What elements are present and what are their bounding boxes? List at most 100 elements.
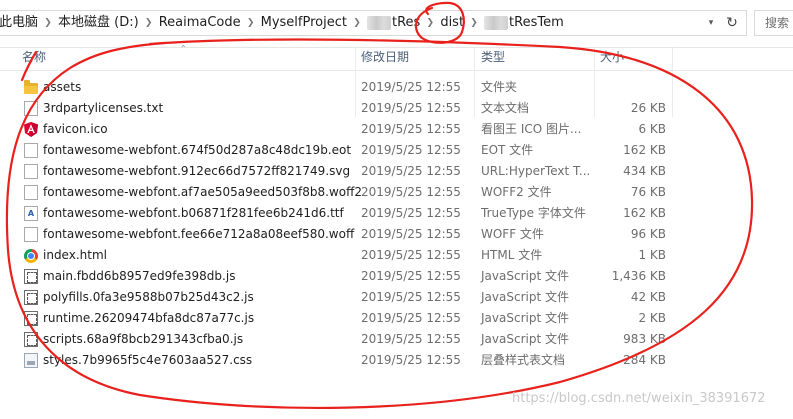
file-name: assets: [43, 80, 82, 94]
file-size: 96 KB: [630, 227, 666, 241]
file-name: 3rdpartylicenses.txt: [43, 101, 164, 115]
column-header-type[interactable]: 类型: [481, 47, 505, 70]
file-date: 2019/5/25 12:55: [361, 164, 461, 178]
file-size: 1,436 KB: [611, 269, 666, 283]
file-type: JavaScript 文件: [481, 269, 569, 283]
chevron-right-icon[interactable]: ❯: [349, 18, 365, 28]
blurred-text: [484, 15, 509, 30]
file-row[interactable]: runtime.26209474bfa8dc87a77c.js 2019/5/2…: [0, 308, 680, 329]
file-row[interactable]: fontawesome-webfont.af7ae505a9eed503f8b8…: [0, 182, 680, 203]
file-name: fontawesome-webfont.fee66e712a8a08eef580…: [43, 227, 355, 241]
file-name: polyfills.0fa3e9588b07b25d43c2.js: [43, 290, 254, 304]
js-file-icon: [24, 290, 38, 305]
file-date: 2019/5/25 12:55: [361, 311, 461, 325]
blank-file-icon: [24, 143, 38, 158]
chevron-right-icon[interactable]: ❯: [243, 18, 259, 28]
file-name: scripts.68a9f8bcb291343cfba0.js: [43, 332, 244, 346]
chevron-right-icon[interactable]: ❯: [40, 18, 56, 28]
angular-icon: [24, 122, 38, 137]
column-header-size[interactable]: 大小: [600, 47, 624, 70]
file-size: 162 KB: [623, 143, 666, 157]
file-name: favicon.ico: [43, 122, 108, 136]
breadcrumb-tres[interactable]: tRes: [365, 11, 422, 35]
file-type: JavaScript 文件: [481, 311, 569, 325]
file-date: 2019/5/25 12:55: [361, 122, 461, 136]
chrome-icon: [24, 249, 38, 263]
chevron-right-icon[interactable]: ❯: [466, 18, 482, 28]
file-size: 284 KB: [623, 353, 666, 367]
file-date: 2019/5/25 12:55: [361, 101, 461, 115]
file-type: URL:HyperText T...: [481, 164, 591, 178]
file-size: 2 KB: [638, 311, 666, 325]
breadcrumb[interactable]: 此电脑 ❯ 本地磁盘 (D:) ❯ ReaimaCode ❯ MyselfPro…: [0, 10, 747, 36]
file-type: 文本文档: [481, 101, 530, 115]
address-bar-area: 此电脑 ❯ 本地磁盘 (D:) ❯ ReaimaCode ❯ MyselfPro…: [0, 0, 793, 48]
file-name: fontawesome-webfont.912ec66d7572ff821749…: [43, 164, 351, 178]
breadcrumb-reaimacode[interactable]: ReaimaCode: [157, 11, 243, 35]
file-row[interactable]: fontawesome-webfont.fee66e712a8a08eef580…: [0, 224, 680, 245]
file-type: WOFF2 文件: [481, 185, 552, 199]
text-file-icon: [24, 101, 38, 116]
file-row[interactable]: assets 2019/5/25 12:55 文件夹: [0, 77, 680, 98]
file-type: 文件夹: [481, 80, 518, 94]
js-file-icon: [24, 311, 38, 326]
file-row[interactable]: main.fbdd6b8957ed9fe398db.js 2019/5/25 1…: [0, 266, 680, 287]
file-type: 层叠样式表文档: [481, 353, 566, 367]
file-date: 2019/5/25 12:55: [361, 290, 461, 304]
folder-icon: [24, 80, 38, 94]
css-file-icon: [24, 353, 38, 368]
file-row[interactable]: 3rdpartylicenses.txt 2019/5/25 12:55 文本文…: [0, 98, 680, 119]
file-row[interactable]: favicon.ico 2019/5/25 12:55 看图王 ICO 图片..…: [0, 119, 680, 140]
blank-file-icon: [24, 164, 38, 179]
breadcrumb-trestem[interactable]: tResTem: [482, 11, 566, 35]
file-date: 2019/5/25 12:55: [361, 353, 461, 367]
file-size: 76 KB: [630, 185, 666, 199]
file-size: 983 KB: [623, 332, 666, 346]
file-size: 162 KB: [623, 206, 666, 220]
file-row[interactable]: fontawesome-webfont.912ec66d7572ff821749…: [0, 161, 680, 182]
breadcrumb-local-disk-d[interactable]: 本地磁盘 (D:): [56, 11, 141, 35]
file-row[interactable]: index.html 2019/5/25 12:55 HTML 文件 1 KB: [0, 245, 680, 266]
chevron-right-icon[interactable]: ❯: [422, 18, 438, 28]
breadcrumb-myselfproject[interactable]: MyselfProject: [259, 11, 349, 35]
file-date: 2019/5/25 12:55: [361, 80, 461, 94]
file-date: 2019/5/25 12:55: [361, 185, 461, 199]
file-row[interactable]: styles.7b9965f5c4e7603aa527.css 2019/5/2…: [0, 350, 680, 371]
refresh-icon[interactable]: ↻: [722, 11, 742, 35]
column-header-row: ⌃ 名称 修改日期 类型 大小: [0, 44, 793, 117]
file-type: EOT 文件: [481, 143, 534, 157]
file-date: 2019/5/25 12:55: [361, 227, 461, 241]
file-row[interactable]: polyfills.0fa3e9588b07b25d43c2.js 2019/5…: [0, 287, 680, 308]
file-name: main.fbdd6b8957ed9fe398db.js: [43, 269, 236, 283]
file-type: 看图王 ICO 图片...: [481, 122, 582, 136]
blank-file-icon: [24, 185, 38, 200]
file-size: 6 KB: [638, 122, 666, 136]
column-header-name[interactable]: 名称: [22, 47, 46, 70]
sort-ascending-icon: ⌃: [180, 44, 187, 53]
blank-file-icon: [24, 227, 38, 242]
file-date: 2019/5/25 12:55: [361, 206, 461, 220]
file-name: runtime.26209474bfa8dc87a77c.js: [43, 311, 255, 325]
file-row[interactable]: fontawesome-webfont.674f50d287a8c48dc19b…: [0, 140, 680, 161]
file-name: styles.7b9965f5c4e7603aa527.css: [43, 353, 253, 367]
file-date: 2019/5/25 12:55: [361, 269, 461, 283]
breadcrumb-dist[interactable]: dist: [438, 11, 466, 35]
breadcrumb-this-pc[interactable]: 此电脑: [0, 11, 40, 35]
watermark: https://blog.csdn.net/weixin_38391672: [512, 391, 766, 406]
file-date: 2019/5/25 12:55: [361, 143, 461, 157]
file-row[interactable]: scripts.68a9f8bcb291343cfba0.js 2019/5/2…: [0, 329, 680, 350]
search-input[interactable]: 搜索: [754, 10, 793, 36]
file-size: 1 KB: [638, 248, 666, 262]
font-file-icon: A: [24, 206, 38, 221]
search-placeholder: 搜索: [765, 16, 790, 30]
file-type: JavaScript 文件: [481, 332, 569, 346]
file-type: HTML 文件: [481, 248, 543, 262]
file-type: JavaScript 文件: [481, 290, 569, 304]
chevron-down-icon[interactable]: ▾: [702, 11, 720, 35]
file-date: 2019/5/25 12:55: [361, 248, 461, 262]
chevron-right-icon[interactable]: ❯: [141, 18, 157, 28]
column-header-date[interactable]: 修改日期: [361, 47, 409, 70]
file-size: 26 KB: [630, 101, 666, 115]
file-row[interactable]: A fontawesome-webfont.b06871f281fee6b241…: [0, 203, 680, 224]
file-name: fontawesome-webfont.674f50d287a8c48dc19b…: [43, 143, 352, 157]
